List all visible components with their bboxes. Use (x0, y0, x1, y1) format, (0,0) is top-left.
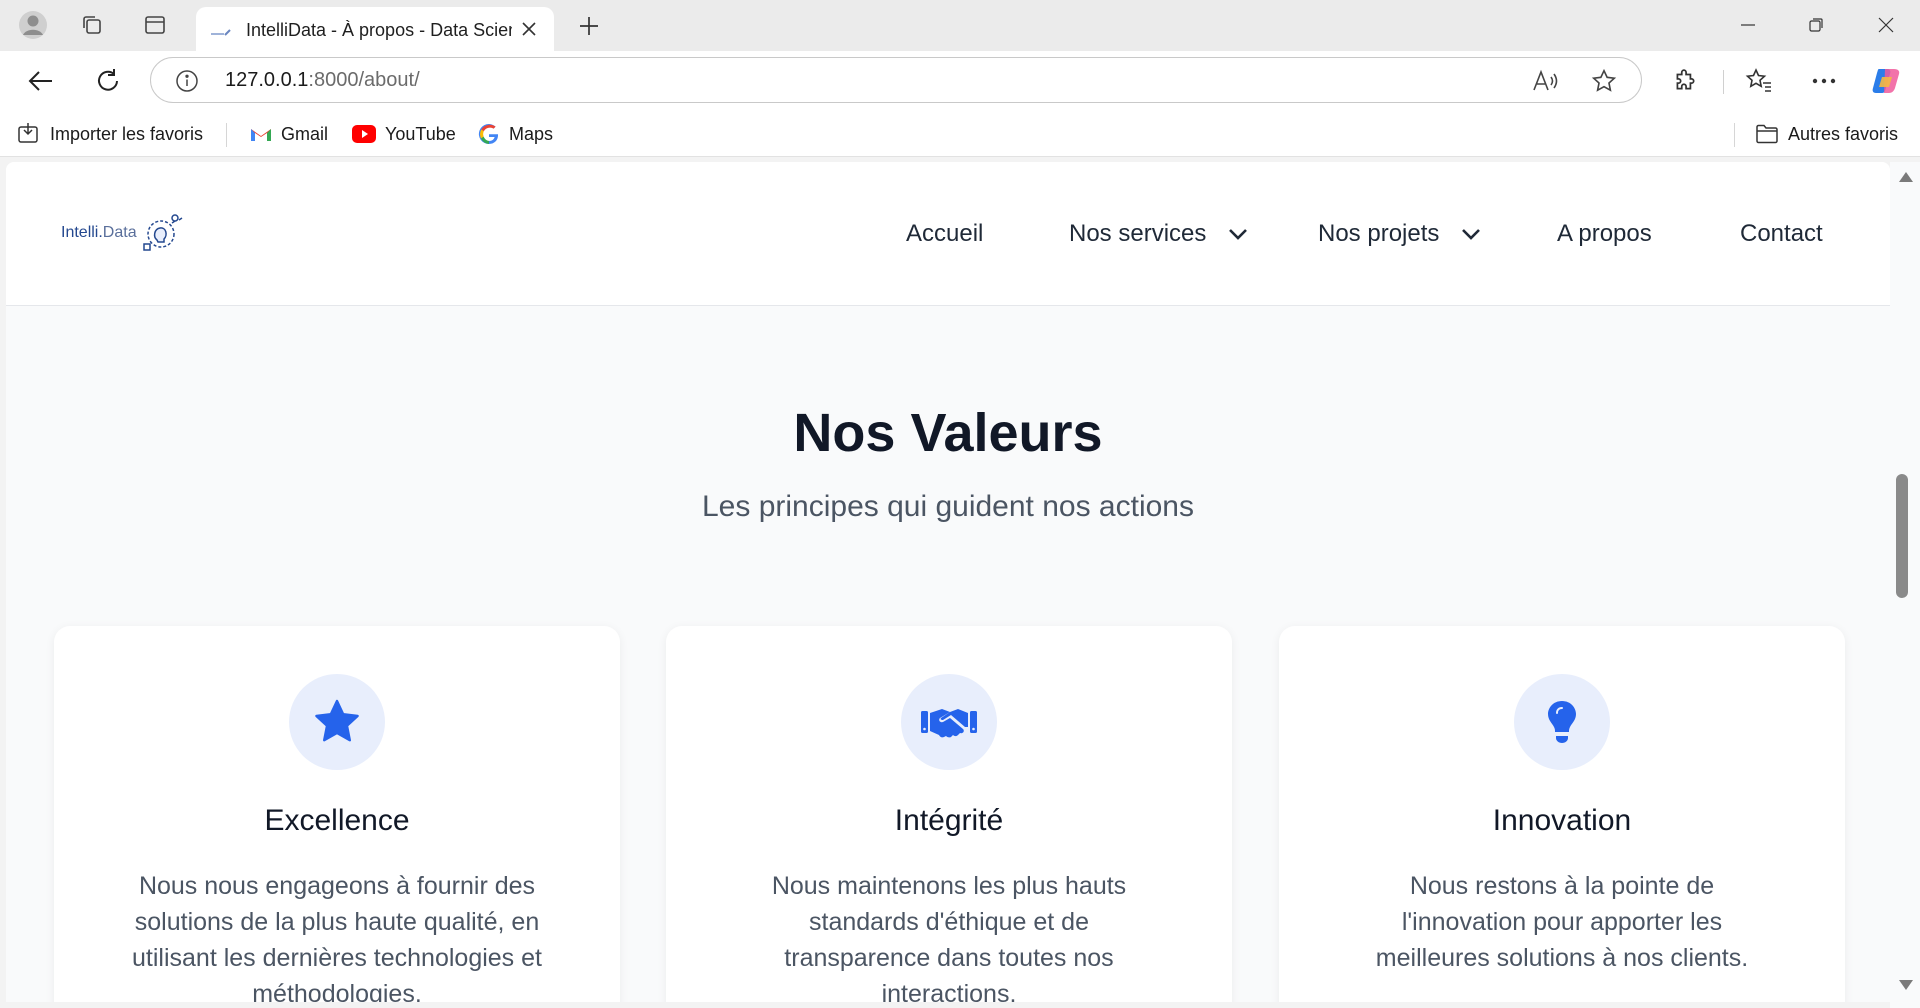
card-title: Excellence (264, 804, 410, 837)
google-icon (478, 124, 499, 145)
bookmark-gmail[interactable]: Gmail (250, 120, 328, 148)
card-title: Intégrité (894, 804, 1004, 837)
handshake-icon (921, 709, 977, 738)
nav-about[interactable]: A propos (1557, 220, 1652, 248)
tab-close-icon[interactable] (516, 16, 542, 42)
tab-favicon-icon (210, 24, 232, 36)
youtube-icon (352, 125, 376, 143)
nav-services-label: Nos services (1069, 220, 1207, 247)
restore-icon[interactable] (1782, 4, 1850, 46)
lightbulb-icon (1548, 701, 1576, 743)
minimize-icon[interactable] (1714, 4, 1782, 46)
bookmark-maps-label: Maps (509, 123, 554, 144)
favorites-icon[interactable] (1739, 61, 1779, 101)
scrollbar-thumb[interactable] (1896, 474, 1908, 598)
value-card-innovation: Innovation Nous restons à la pointe de l… (1279, 626, 1845, 1002)
nav-about-label: A propos (1557, 220, 1652, 247)
scroll-down-arrow-icon[interactable] (1899, 980, 1913, 990)
bookmark-youtube-label: YouTube (385, 123, 456, 144)
bookmark-other-favorites[interactable]: Autres favoris (1755, 120, 1898, 148)
more-options-icon[interactable] (1804, 61, 1844, 101)
nav-home[interactable]: Accueil (906, 220, 983, 248)
import-favorites-icon (18, 123, 38, 143)
nav-home-label: Accueil (906, 220, 984, 247)
copilot-icon[interactable] (1866, 61, 1906, 101)
value-card-integrity: Intégrité Nous maintenons les plus hauts… (666, 626, 1232, 1002)
card-description: Nous nous engageons à fournir des soluti… (132, 872, 542, 1002)
page-scrollbar[interactable] (1890, 162, 1920, 1008)
profile-avatar-icon[interactable] (15, 8, 51, 42)
extensions-icon[interactable] (1665, 61, 1705, 101)
value-card-excellence: Excellence Nous nous engageons à fournir… (54, 626, 620, 1002)
browser-toolbar: 127.0.0.1:8000/about/ (0, 51, 1920, 111)
new-tab-icon[interactable] (572, 9, 606, 43)
url-text[interactable]: 127.0.0.1:8000/about/ (225, 69, 420, 92)
card-icon-badge (1514, 674, 1610, 770)
bookmark-gmail-label: Gmail (281, 123, 329, 144)
folder-icon (1756, 124, 1778, 144)
nav-contact-label: Contact (1740, 220, 1823, 247)
bookmark-other-label: Autres favoris (1788, 123, 1899, 144)
tab-title: IntelliData - À propos - Data Scien (246, 20, 512, 40)
page-viewport: Intelli.Data Accueil Nos services Nos pr… (6, 162, 1890, 1002)
toolbar-divider (1723, 70, 1724, 94)
site-info-icon[interactable] (175, 69, 199, 93)
nav-projects[interactable]: Nos projets (1318, 220, 1481, 248)
address-bar[interactable]: 127.0.0.1:8000/about/ (150, 57, 1642, 103)
active-tab[interactable]: IntelliData - À propos - Data Scien (196, 7, 554, 51)
refresh-icon[interactable] (87, 61, 129, 101)
bookmark-maps[interactable]: Maps (478, 120, 553, 148)
favorite-star-icon[interactable] (1590, 67, 1618, 95)
card-description: Nous maintenons les plus hauts standards… (771, 872, 1127, 1002)
scroll-up-arrow-icon[interactable] (1899, 172, 1913, 182)
gmail-icon (251, 129, 271, 141)
nav-contact[interactable]: Contact (1740, 220, 1823, 248)
bookmark-youtube[interactable]: YouTube (352, 120, 456, 148)
bookmarks-bar: Importer les favoris Gmail YouTube Maps … (0, 111, 1920, 157)
section-title: Nos Valeurs (793, 403, 1103, 463)
browser-tab-strip: IntelliData - À propos - Data Scien (0, 0, 1920, 51)
logo-wordmark: Intelli.Data (61, 224, 137, 242)
bookmark-import[interactable]: Importer les favoris (17, 120, 203, 148)
card-icon-badge (901, 674, 997, 770)
chevron-down-icon (1229, 229, 1248, 240)
bookmark-divider (226, 123, 227, 147)
star-icon (315, 699, 359, 742)
card-title: Innovation (1492, 804, 1632, 837)
vertical-tabs-icon[interactable] (137, 8, 173, 42)
card-icon-badge (289, 674, 385, 770)
site-header: Intelli.Data Accueil Nos services Nos pr… (6, 162, 1890, 306)
nav-services[interactable]: Nos services (1069, 220, 1248, 248)
site-logo[interactable]: Intelli.Data (61, 210, 185, 256)
logo-brand-suffix: Data (102, 224, 137, 241)
close-window-icon[interactable] (1852, 4, 1920, 46)
url-path: :8000/about/ (308, 69, 420, 91)
url-host: 127.0.0.1 (225, 69, 309, 91)
section-subtitle: Les principes qui guident nos actions (702, 490, 1194, 523)
logo-lightbulb-icon (142, 214, 183, 251)
workspaces-icon[interactable] (74, 8, 110, 42)
bookmark-import-label: Importer les favoris (50, 123, 204, 144)
logo-brand: Intelli. (61, 224, 103, 241)
card-description: Nous restons à la pointe de l'innovation… (1375, 872, 1749, 972)
bookmark-divider (1734, 123, 1735, 147)
back-icon[interactable] (20, 61, 62, 101)
read-aloud-icon[interactable] (1531, 67, 1559, 95)
chevron-down-icon (1462, 229, 1481, 240)
nav-projects-label: Nos projets (1318, 220, 1440, 247)
